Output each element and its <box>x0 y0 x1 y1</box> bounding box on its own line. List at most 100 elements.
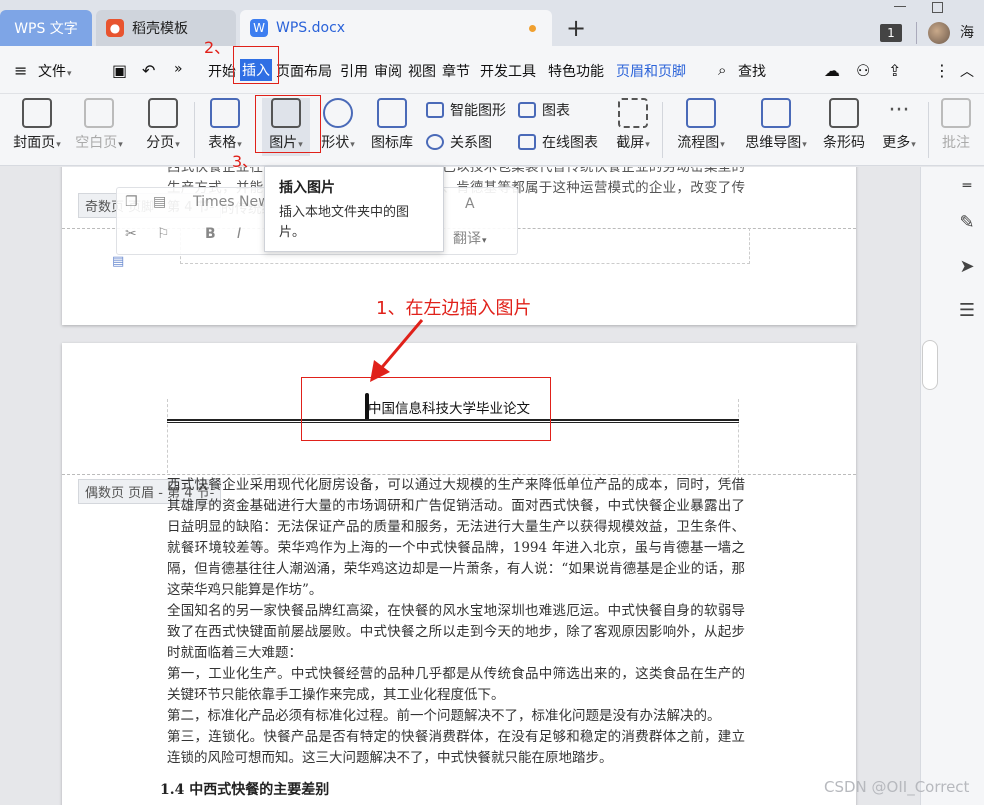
avatar[interactable] <box>928 22 950 44</box>
pen-icon[interactable]: ✎ <box>956 212 978 234</box>
mindmap-icon <box>761 98 791 128</box>
online-chart-button[interactable]: 在线图表 <box>518 132 598 152</box>
chart-button[interactable]: 图表 <box>518 100 570 120</box>
font-name-field[interactable]: Times New <box>193 194 270 210</box>
hamburger-icon[interactable]: ≡ <box>14 61 27 80</box>
menu-header-footer[interactable]: 页眉和页脚 <box>616 61 686 81</box>
shape-icon <box>323 98 353 128</box>
body-paragraph-3: 第一，工业化生产。中式快餐经营的品种几乎都是从传统食品中筛选出来的，这类食品在生… <box>167 666 745 703</box>
picture-button[interactable]: 图片 <box>262 98 310 156</box>
screenshot-label: 截屏 <box>610 132 656 152</box>
username[interactable]: 海 <box>960 22 974 42</box>
icon-library-icon <box>377 98 407 128</box>
table-icon <box>210 98 240 128</box>
flowchart-label: 流程图 <box>672 132 730 152</box>
blank-page-label: 空白页 <box>74 132 124 152</box>
page-break-label: 分页 <box>140 132 186 152</box>
window-count-badge[interactable]: 1 <box>880 24 902 42</box>
insert-picture-tooltip: 插入图片 插入本地文件夹中的图片。 <box>264 166 444 252</box>
more-button[interactable]: ··· 更多 <box>876 98 922 152</box>
menu-view[interactable]: 视图 <box>408 61 436 81</box>
save-icon[interactable]: ▣ <box>112 61 127 80</box>
menu-section[interactable]: 章节 <box>442 61 470 81</box>
header-text[interactable]: 中国信息科技大学毕业论文 <box>368 397 530 417</box>
comment-button[interactable]: 批注 <box>936 98 976 152</box>
tab-label: 稻壳模板 <box>132 21 188 37</box>
smart-art-label: 智能图形 <box>450 103 506 119</box>
paste-icon[interactable]: ▤ <box>153 194 166 210</box>
tab-wps-writer[interactable]: WPS 文字 <box>0 10 92 46</box>
cover-page-button[interactable]: 封面页 <box>8 98 66 152</box>
flowchart-button[interactable]: 流程图 <box>672 98 730 152</box>
bold-icon[interactable]: B <box>205 226 216 242</box>
menu-developer[interactable]: 开发工具 <box>480 61 536 81</box>
menu-insert[interactable]: 插入 <box>240 59 272 81</box>
shape-button[interactable]: 形状 <box>316 98 360 152</box>
collapse-icon[interactable]: ︿ <box>960 61 974 81</box>
tab-label: WPS.docx <box>276 20 346 36</box>
menu-file[interactable]: 文件 <box>38 61 72 81</box>
barcode-label: 条形码 <box>823 135 865 151</box>
screenshot-icon <box>618 98 648 128</box>
online-chart-icon <box>518 134 536 150</box>
settings-sliders-icon[interactable]: ☰ <box>956 300 978 322</box>
smart-art-button[interactable]: 智能图形 <box>426 100 506 120</box>
undo-icon[interactable]: ↶ <box>142 61 155 80</box>
cover-page-icon <box>22 98 52 128</box>
text-style-icon[interactable]: A <box>465 196 475 212</box>
menu-review[interactable]: 审阅 <box>374 61 402 81</box>
cloud-icon[interactable]: ☁ <box>824 61 840 80</box>
menu-page-layout[interactable]: 页面布局 <box>276 61 332 81</box>
flowchart-icon <box>686 98 716 128</box>
ribbon: 封面页 空白页 分页 表格 图片 形状 图标库 智能图形 图表 关系图 在线图表… <box>0 94 984 166</box>
menu-search[interactable]: 查找 <box>738 61 766 81</box>
relation-label: 关系图 <box>450 135 492 151</box>
screenshot-button[interactable]: 截屏 <box>610 98 656 152</box>
shape-label: 形状 <box>316 132 360 152</box>
body-paragraph-2: 全国知名的另一家快餐品牌红高粱，在快餐的风水宝地深圳也难逃厄运。中式快餐自身的软… <box>167 603 745 661</box>
italic-icon[interactable]: I <box>237 226 241 242</box>
share-icon[interactable]: ⇪ <box>888 61 901 80</box>
tab-document[interactable]: W WPS.docx <box>240 10 552 46</box>
translate-button[interactable]: 翻译 <box>453 228 487 248</box>
cover-page-label: 封面页 <box>8 132 66 152</box>
divider <box>194 102 195 158</box>
barcode-icon <box>829 98 859 128</box>
add-tab-icon[interactable]: + <box>566 14 586 42</box>
collaborate-icon[interactable]: ⚇ <box>856 61 870 80</box>
panel-collapse-icon[interactable]: ═ <box>956 178 978 200</box>
table-button[interactable]: 表格 <box>202 98 248 152</box>
relation-button[interactable]: 关系图 <box>426 132 492 152</box>
more-vertical-icon[interactable]: ⋮ <box>934 61 950 80</box>
menu-references[interactable]: 引用 <box>340 61 368 81</box>
select-pointer-icon[interactable]: ➤ <box>956 256 978 278</box>
daoke-icon: ● <box>106 19 124 37</box>
layout-options-icon[interactable]: ▤ <box>112 254 124 269</box>
barcode-button[interactable]: 条形码 <box>820 98 868 152</box>
minimize-icon[interactable] <box>894 6 906 7</box>
menu-start[interactable]: 开始 <box>208 61 236 81</box>
vertical-scrollbar[interactable] <box>922 340 938 390</box>
copy-icon[interactable]: ❐ <box>125 194 138 210</box>
page-break-button[interactable]: 分页 <box>140 98 186 152</box>
icon-library-button[interactable]: 图标库 <box>368 98 416 152</box>
page-current[interactable]: 中国信息科技大学毕业论文 偶数页 页眉 - 第 4 节- 西式快餐企业采用现代化… <box>62 343 856 805</box>
format-painter-icon[interactable]: ⚐ <box>157 226 170 242</box>
page-break-icon <box>148 98 178 128</box>
relation-icon <box>426 134 444 150</box>
blank-page-button[interactable]: 空白页 <box>74 98 124 152</box>
comment-icon <box>941 98 971 128</box>
search-icon[interactable]: ⌕ <box>718 61 726 79</box>
document-icon: W <box>250 19 268 37</box>
mindmap-button[interactable]: 思维导图 <box>740 98 812 152</box>
body-paragraph-1: 西式快餐企业采用现代化厨房设备，可以通过大规模的生产来降低单位产品的成本，同时，… <box>167 477 745 598</box>
cut-icon[interactable]: ✂ <box>125 226 137 242</box>
document-area[interactable]: 西式快餐企业在管理上具有连锁经营为特点，已以技术包集装代替传统快餐企业的劳动密集… <box>0 167 920 805</box>
tooltip-body: 插入本地文件夹中的图片。 <box>279 205 410 240</box>
divider <box>916 22 917 44</box>
divider <box>928 102 929 158</box>
menu-features[interactable]: 特色功能 <box>548 61 604 81</box>
maximize-icon[interactable] <box>932 2 943 13</box>
more-chevron-icon[interactable]: » <box>174 61 183 77</box>
mindmap-label: 思维导图 <box>740 132 812 152</box>
